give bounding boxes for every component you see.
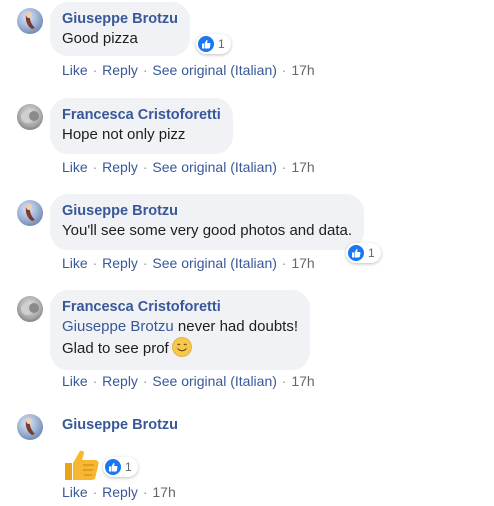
separator: · [92, 159, 98, 175]
like-link[interactable]: Like [62, 373, 88, 389]
comment-bubble: Giuseppe Brotzu Good pizza [50, 2, 191, 56]
separator: · [142, 484, 148, 500]
reply-link[interactable]: Reply [102, 373, 138, 389]
avatar[interactable] [17, 104, 43, 130]
avatar[interactable] [17, 414, 43, 440]
timestamp[interactable]: 17h [291, 62, 314, 78]
separator: · [281, 255, 287, 271]
avatar[interactable] [17, 200, 43, 226]
separator: · [142, 159, 148, 175]
reaction-count: 1 [368, 246, 375, 260]
like-icon [348, 245, 364, 261]
comment-text: Giuseppe Brotzu never had doubts! [62, 317, 298, 337]
reaction-badge[interactable]: 1 [346, 243, 381, 263]
see-original-link[interactable]: See original (Italian) [152, 159, 277, 175]
timestamp[interactable]: 17h [291, 373, 314, 389]
separator: · [92, 484, 98, 500]
reaction-count: 1 [125, 460, 132, 474]
comment-actions: Like · Reply · See original (Italian) · … [62, 254, 315, 272]
timestamp[interactable]: 17h [291, 159, 314, 175]
comment-author[interactable]: Giuseppe Brotzu [62, 202, 352, 221]
reaction-badge[interactable]: 1 [196, 34, 231, 54]
separator: · [92, 373, 98, 389]
separator: · [281, 159, 287, 175]
like-icon [198, 36, 214, 52]
comment-text-line: Glad to see prof [62, 337, 298, 359]
separator: · [142, 62, 148, 78]
like-link[interactable]: Like [62, 159, 88, 175]
reaction-badge[interactable]: 1 [103, 457, 138, 477]
comment-bubble: Francesca Cristoforetti Giuseppe Brotzu … [50, 290, 310, 370]
comment-actions: Like · Reply · 17h [62, 483, 176, 501]
comment-text: Hope not only pizz [62, 126, 186, 143]
timestamp[interactable]: 17h [152, 484, 175, 500]
reply-link[interactable]: Reply [102, 62, 138, 78]
avatar[interactable] [17, 296, 43, 322]
separator: · [92, 255, 98, 271]
comment-actions: Like · Reply · See original (Italian) · … [62, 372, 315, 390]
see-original-link[interactable]: See original (Italian) [152, 373, 277, 389]
mention-link[interactable]: Giuseppe Brotzu [62, 318, 174, 335]
comment-author[interactable]: Francesca Cristoforetti [62, 298, 298, 317]
separator: · [142, 255, 148, 271]
comment-bubble: Giuseppe Brotzu You'll see some very goo… [50, 194, 365, 250]
reply-link[interactable]: Reply [102, 159, 138, 175]
separator: · [281, 373, 287, 389]
separator: · [92, 62, 98, 78]
see-original-link[interactable]: See original (Italian) [152, 62, 277, 78]
like-link[interactable]: Like [62, 255, 88, 271]
like-link[interactable]: Like [62, 484, 88, 500]
separator: · [142, 373, 148, 389]
smiling-face-icon [171, 337, 192, 357]
comment-text-part: never had doubts! [173, 318, 298, 335]
comment-actions: Like · Reply · See original (Italian) · … [62, 61, 315, 79]
reaction-count: 1 [218, 37, 225, 51]
see-original-link[interactable]: See original (Italian) [152, 255, 277, 271]
comment-text: Good pizza [62, 30, 138, 47]
separator: · [281, 62, 287, 78]
like-link[interactable]: Like [62, 62, 88, 78]
reply-link[interactable]: Reply [102, 255, 138, 271]
comment-bubble: Francesca Cristoforetti Hope not only pi… [50, 98, 233, 154]
timestamp[interactable]: 17h [291, 255, 314, 271]
thumbs-up-icon [62, 448, 100, 482]
comment-author[interactable]: Francesca Cristoforetti [62, 106, 221, 125]
like-icon [105, 459, 121, 475]
avatar[interactable] [17, 8, 43, 34]
comment-actions: Like · Reply · See original (Italian) · … [62, 158, 315, 176]
comment-author[interactable]: Giuseppe Brotzu [62, 416, 178, 435]
reply-link[interactable]: Reply [102, 484, 138, 500]
comment-author[interactable]: Giuseppe Brotzu [62, 10, 178, 29]
comment-text-part: Glad to see prof [62, 340, 169, 357]
comment-text: You'll see some very good photos and dat… [62, 222, 353, 239]
